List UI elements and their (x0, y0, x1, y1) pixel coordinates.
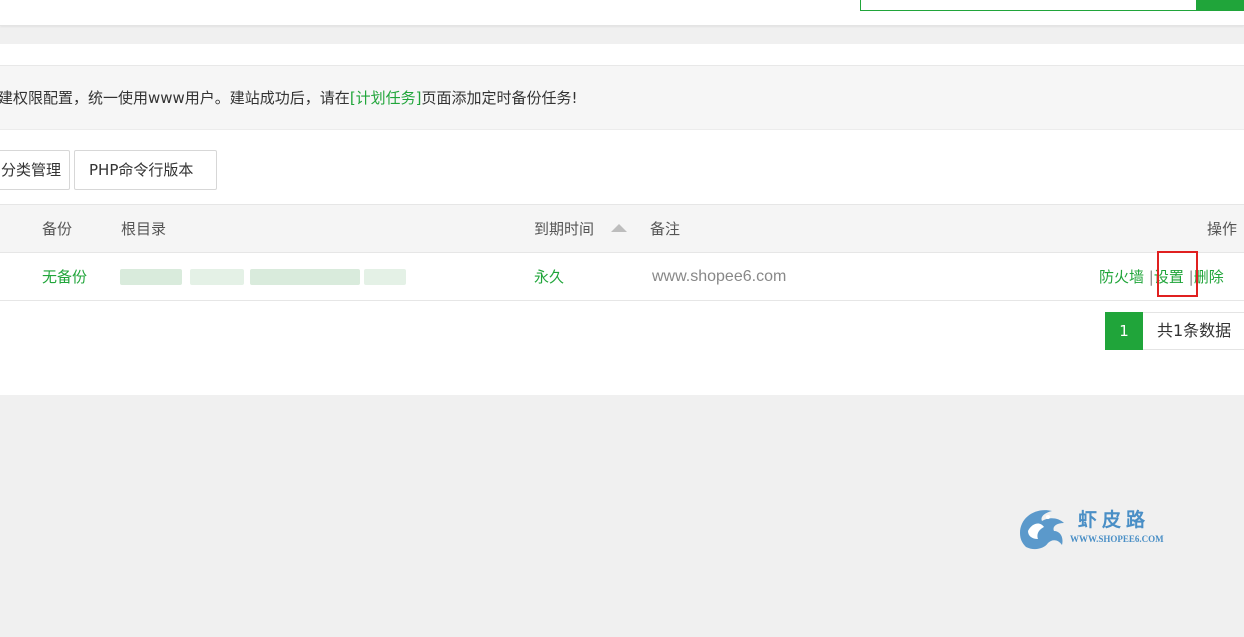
search-input[interactable] (860, 0, 1200, 11)
settings-highlight-box (1157, 251, 1198, 297)
header-remark: 备注 (650, 220, 681, 238)
top-bar (0, 0, 1244, 26)
root-dir-redacted[interactable] (120, 269, 182, 285)
remark-field[interactable]: www.shopee6.com (652, 253, 786, 301)
firewall-link[interactable]: 防火墙 (1099, 268, 1144, 286)
sort-ascending-icon[interactable] (611, 224, 627, 232)
watermark: 虾皮路 WWW.SHOPEE6.COM (1014, 503, 1174, 555)
header-expire-time[interactable]: 到期时间 (534, 205, 594, 253)
page-number-current[interactable]: 1 (1105, 312, 1143, 350)
notice-text: 建权限配置，统一使用www用户。建站成功后，请在 (0, 89, 350, 107)
watermark-url: WWW.SHOPEE6.COM (1070, 534, 1164, 544)
php-cli-version-button[interactable]: PHP命令行版本 (74, 150, 217, 190)
root-dir-redacted (364, 269, 406, 285)
header-backup: 备份 (42, 220, 73, 238)
delete-link[interactable]: 删除 (1194, 268, 1224, 286)
root-dir-redacted (190, 269, 244, 285)
notice-bar: 建权限配置，统一使用www用户。建站成功后，请在[计划任务]页面添加定时备份任务… (0, 65, 1244, 130)
backup-status-link[interactable]: 无备份 (42, 253, 87, 301)
root-dir-redacted (250, 269, 360, 285)
dragon-logo-icon (1020, 510, 1064, 550)
search-button[interactable] (1196, 0, 1244, 11)
pagination-total: 共1条数据 (1143, 312, 1244, 350)
header-root-dir: 根目录 (121, 220, 167, 238)
table-header: 备份 根目录 到期时间 备注 操作 (0, 204, 1244, 253)
cron-task-link[interactable]: [计划任务] (350, 89, 422, 107)
header-actions: 操作 (1207, 220, 1238, 238)
notice-text-tail: 页面添加定时备份任务! (421, 89, 578, 107)
table-row: 无备份 永久 www.shopee6.com 防火墙 |设置 |删除 (0, 253, 1244, 301)
expire-time-link[interactable]: 永久 (534, 253, 564, 301)
watermark-title: 虾皮路 (1078, 509, 1151, 531)
category-manage-button[interactable]: 分类管理 (0, 150, 70, 190)
